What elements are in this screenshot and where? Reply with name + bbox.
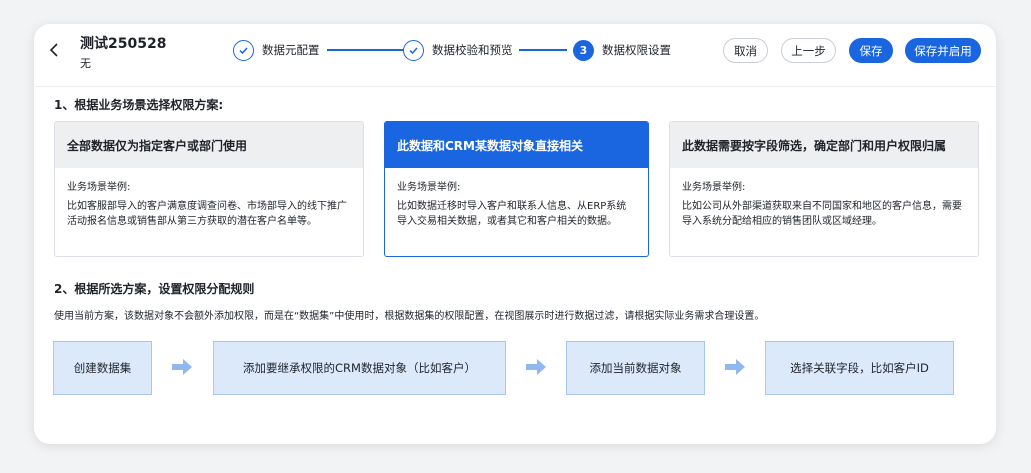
step-3: 3 数据权限设置	[573, 38, 671, 62]
step-1: 数据元配置	[233, 38, 320, 62]
plan-option-specific-customers[interactable]: 全部数据仅为指定客户或部门使用 业务场景举例: 比如客服部导入的客户满意度调查问…	[54, 121, 364, 257]
plan-example-label: 业务场景举例:	[67, 182, 131, 193]
step-label: 数据元配置	[262, 43, 320, 57]
permission-setup-card: 测试250528 无 数据元配置 数据校验和预览 3 数据权限设置 取消 上一步…	[34, 24, 996, 444]
flow-step-create-dataset: 创建数据集	[53, 341, 152, 395]
step-label: 数据权限设置	[602, 43, 671, 57]
step-connector	[327, 49, 405, 51]
plan-title: 此数据需要按字段筛选，确定部门和用户权限归属	[670, 122, 978, 168]
page-subtitle: 无	[80, 57, 91, 70]
plan-title: 全部数据仅为指定客户或部门使用	[55, 122, 363, 168]
section-1-title: 1、根据业务场景选择权限方案:	[54, 98, 224, 112]
arrow-right-icon	[172, 359, 192, 375]
plan-example-label: 业务场景举例:	[682, 182, 746, 193]
plan-description: 比如公司从外部渠道获取来自不同国家和地区的客户信息，需要导入系统分配给相应的销售…	[682, 201, 962, 227]
page-title: 测试250528	[80, 36, 167, 52]
header-divider	[34, 86, 996, 87]
arrow-right-icon	[725, 359, 745, 375]
chevron-left-icon[interactable]	[48, 40, 64, 60]
step-number: 3	[573, 39, 594, 61]
flow-step-add-crm-object: 添加要继承权限的CRM数据对象（比如客户）	[213, 341, 506, 395]
plan-option-crm-related[interactable]: 此数据和CRM某数据对象直接相关 业务场景举例: 比如数据迁移时导入客户和联系人…	[384, 121, 649, 257]
plan-description: 比如客服部导入的客户满意度调查问卷、市场部导入的线下推广活动报名信息或销售部从第…	[67, 201, 347, 227]
flow-step-add-current-object: 添加当前数据对象	[566, 341, 705, 395]
rule-description: 使用当前方案，该数据对象不会额外添加权限，而是在“数据集”中使用时，根据数据集的…	[54, 311, 765, 322]
check-icon	[403, 39, 424, 61]
step-connector	[519, 49, 567, 51]
plan-example-label: 业务场景举例:	[397, 182, 461, 193]
save-and-enable-button[interactable]: 保存并启用	[905, 38, 981, 63]
plan-title: 此数据和CRM某数据对象直接相关	[385, 122, 648, 168]
arrow-right-icon	[526, 359, 546, 375]
plan-description: 比如数据迁移时导入客户和联系人信息、从ERP系统导入交易相关数据，或者其它和客户…	[397, 201, 627, 227]
step-label: 数据校验和预览	[432, 43, 513, 57]
flow-step-select-key-field: 选择关联字段，比如客户ID	[765, 341, 954, 395]
step-2: 数据校验和预览	[403, 38, 513, 62]
plan-option-field-filter[interactable]: 此数据需要按字段筛选，确定部门和用户权限归属 业务场景举例: 比如公司从外部渠道…	[669, 121, 979, 257]
save-button[interactable]: 保存	[849, 38, 893, 63]
check-icon	[233, 39, 254, 61]
header: 测试250528 无 数据元配置 数据校验和预览 3 数据权限设置 取消 上一步…	[34, 24, 996, 80]
prev-step-button[interactable]: 上一步	[781, 38, 836, 63]
section-2-title: 2、根据所选方案，设置权限分配规则	[54, 282, 255, 296]
cancel-button[interactable]: 取消	[723, 38, 768, 63]
